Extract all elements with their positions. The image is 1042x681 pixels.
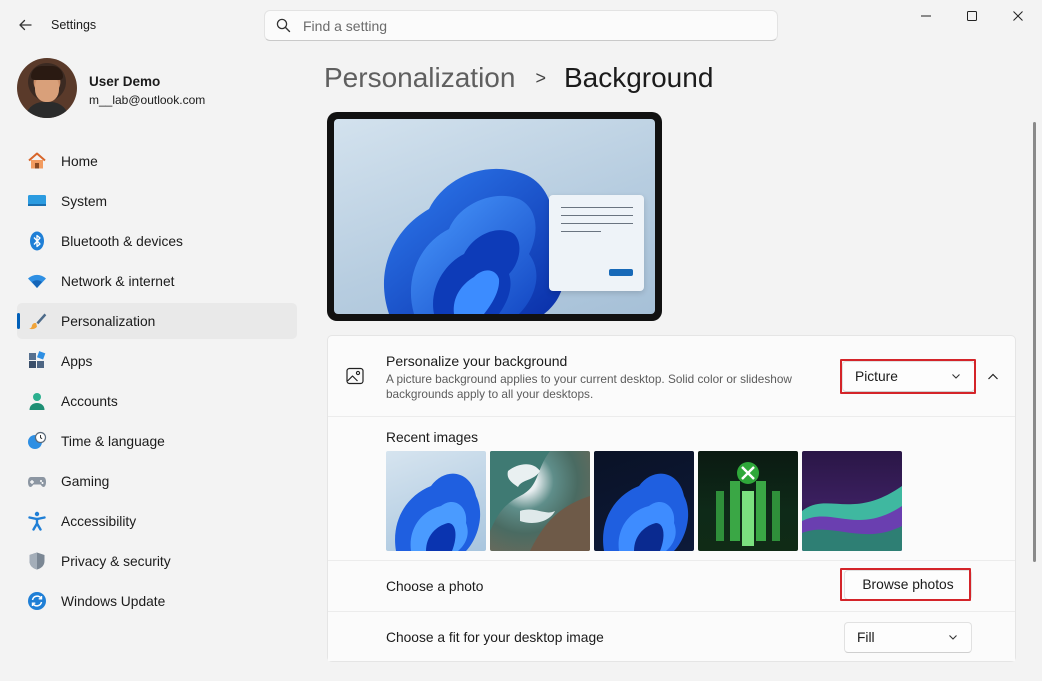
bloom-thumbnail-image: [395, 473, 481, 551]
wifi-icon: [28, 274, 46, 288]
sidebar-item-label: System: [61, 194, 107, 209]
accounts-icon: [29, 393, 45, 410]
sidebar-item-apps[interactable]: Apps: [17, 343, 297, 379]
sidebar-item-time-language[interactable]: Time & language: [17, 423, 297, 459]
chevron-down-icon: [949, 635, 957, 640]
sidebar-item-personalization[interactable]: Personalization: [17, 303, 297, 339]
sidebar-nav: Home System Bluetooth & devices Network …: [17, 143, 297, 623]
background-type-value: Picture: [855, 369, 898, 384]
personalize-background-title: Personalize your background: [386, 353, 568, 369]
sidebar-item-privacy-security[interactable]: Privacy & security: [17, 543, 297, 579]
breadcrumb: Personalization > Background: [324, 60, 713, 96]
brush-icon: [29, 313, 47, 330]
breadcrumb-parent[interactable]: Personalization: [324, 62, 515, 94]
maximize-icon: [967, 11, 977, 21]
close-button[interactable]: [995, 0, 1041, 32]
preview-window: [549, 195, 644, 291]
close-icon: [1013, 11, 1023, 21]
search-input[interactable]: [303, 15, 763, 37]
sidebar-item-label: Home: [61, 154, 98, 169]
choose-fit-row: Choose a fit for your desktop image Fill: [328, 611, 1015, 661]
sidebar-item-home[interactable]: Home: [17, 143, 297, 179]
user-name: User Demo: [89, 74, 161, 89]
choose-fit-label: Choose a fit for your desktop image: [386, 630, 604, 645]
choose-photo-label: Choose a photo: [386, 579, 484, 594]
sidebar-item-label: Apps: [61, 354, 93, 369]
personalize-background-description: A picture background applies to your cur…: [386, 372, 792, 401]
sidebar-item-label: Time & language: [61, 434, 165, 449]
recent-image-bloom-dark[interactable]: [594, 451, 694, 551]
search-box[interactable]: [264, 10, 778, 41]
recent-image-bloom-light[interactable]: [386, 451, 486, 551]
waves-thumbnail-image: [802, 486, 902, 551]
sidebar-item-label: Windows Update: [61, 594, 166, 609]
chevron-down-icon: [952, 374, 960, 379]
desktop-preview: [327, 112, 662, 321]
maximize-button[interactable]: [949, 0, 995, 32]
browse-photos-button[interactable]: Browse photos: [844, 570, 972, 600]
recent-images-label: Recent images: [386, 430, 479, 445]
app-title: Settings: [51, 18, 97, 32]
sidebar-item-label: Accessibility: [61, 514, 137, 529]
sidebar-item-label: Gaming: [61, 474, 110, 489]
sidebar-item-accessibility[interactable]: Accessibility: [17, 503, 297, 539]
apps-icon: [29, 351, 46, 368]
sidebar-item-bluetooth[interactable]: Bluetooth & devices: [17, 223, 297, 259]
user-email: m__lab@outlook.com: [89, 93, 206, 107]
sidebar-item-gaming[interactable]: Gaming: [17, 463, 297, 499]
clock-globe-icon: [28, 431, 47, 449]
sidebar-item-system[interactable]: System: [17, 183, 297, 219]
fit-dropdown[interactable]: Fill: [844, 622, 972, 653]
avatar: [17, 58, 77, 118]
system-icon: [28, 195, 46, 206]
recent-images-section: Recent images: [328, 416, 1015, 560]
gamepad-icon: [28, 477, 46, 487]
chevron-up-icon: [988, 373, 998, 380]
sidebar-item-accounts[interactable]: Accounts: [17, 383, 297, 419]
bluetooth-icon: [30, 231, 44, 251]
choose-photo-row: Choose a photo Browse photos: [328, 560, 1015, 611]
recent-image-xbox[interactable]: [698, 451, 798, 551]
recent-image-purple-waves[interactable]: [802, 451, 902, 551]
sidebar-item-windows-update[interactable]: Windows Update: [17, 583, 297, 619]
xbox-thumbnail-image: [716, 462, 780, 546]
search-icon: [276, 18, 291, 33]
bloom-dark-thumbnail-image: [603, 473, 689, 551]
preview-wallpaper: [334, 119, 655, 314]
picture-icon: [346, 367, 364, 385]
recent-images-list: [386, 451, 902, 551]
accessibility-icon: [28, 511, 46, 531]
breadcrumb-separator: >: [535, 67, 546, 88]
sidebar-item-label: Bluetooth & devices: [61, 234, 183, 249]
minimize-button[interactable]: [903, 0, 949, 32]
page-title: Background: [563, 62, 714, 93]
collapse-section-button[interactable]: [980, 364, 1006, 390]
sidebar-item-label: Personalization: [61, 314, 156, 329]
title-bar: Settings: [0, 0, 1042, 50]
sidebar-item-label: Network & internet: [61, 274, 175, 289]
shield-icon: [29, 552, 45, 570]
coast-thumbnail-image: [490, 451, 590, 551]
back-arrow-icon: [19, 19, 32, 31]
user-profile[interactable]: User Demo m__lab@outlook.com: [17, 58, 297, 120]
back-button[interactable]: [12, 12, 38, 38]
update-icon: [28, 592, 46, 610]
home-icon: [28, 152, 46, 169]
recent-image-aerial-coast[interactable]: [490, 451, 590, 551]
scrollbar[interactable]: [1033, 122, 1036, 562]
sidebar-item-label: Accounts: [61, 394, 118, 409]
sidebar-item-network[interactable]: Network & internet: [17, 263, 297, 299]
fit-dropdown-value: Fill: [857, 630, 875, 645]
sidebar-item-label: Privacy & security: [61, 554, 171, 569]
background-type-dropdown[interactable]: Picture: [842, 361, 975, 392]
minimize-icon: [921, 15, 931, 17]
